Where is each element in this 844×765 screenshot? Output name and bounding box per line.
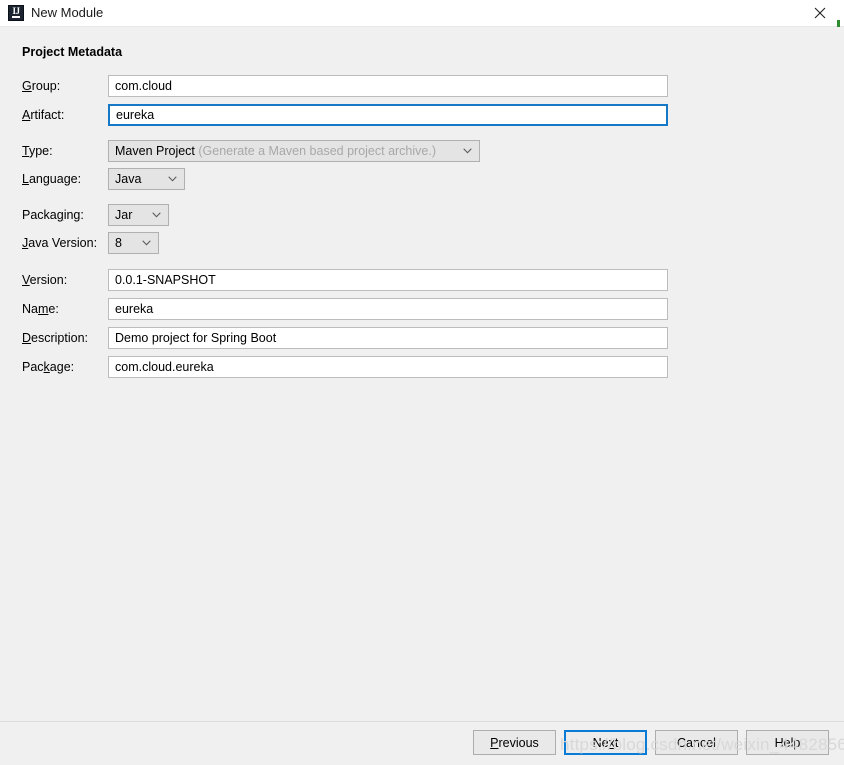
intellij-idea-icon-glyph: IJ bbox=[12, 6, 20, 16]
chevron-down-icon bbox=[142, 240, 151, 246]
close-icon[interactable] bbox=[798, 0, 842, 26]
intellij-idea-icon: IJ bbox=[8, 5, 24, 21]
group-input[interactable] bbox=[108, 75, 668, 97]
next-button[interactable]: Next bbox=[564, 730, 647, 755]
label-packaging: Packaging: bbox=[22, 208, 84, 222]
window-title: New Module bbox=[31, 5, 104, 20]
label-description: Description: bbox=[22, 331, 89, 345]
dialog-footer: Previous Next Cancel Help bbox=[0, 721, 844, 765]
close-icon-glyph bbox=[814, 7, 826, 19]
name-input[interactable] bbox=[108, 298, 668, 320]
cancel-button[interactable]: Cancel bbox=[655, 730, 738, 755]
label-artifact: Artifact: bbox=[22, 108, 65, 122]
java-version-dropdown[interactable]: 8 bbox=[108, 232, 159, 254]
chevron-down-icon bbox=[463, 148, 472, 154]
version-input[interactable] bbox=[108, 269, 668, 291]
label-language: Language: bbox=[22, 172, 82, 186]
package-input[interactable] bbox=[108, 356, 668, 378]
chevron-down-icon bbox=[152, 212, 161, 218]
label-java-version: Java Version: bbox=[22, 236, 98, 250]
type-dropdown[interactable]: Maven Project (Generate a Maven based pr… bbox=[108, 140, 480, 162]
label-version: Version: bbox=[22, 273, 68, 287]
chevron-down-icon bbox=[168, 176, 177, 182]
label-group: Group: bbox=[22, 79, 61, 93]
type-dropdown-value: Maven Project (Generate a Maven based pr… bbox=[115, 144, 436, 158]
project-metadata-panel: Project Metadata Group: Artifact: Type: Mav… bbox=[0, 27, 844, 721]
artifact-input[interactable] bbox=[108, 104, 668, 126]
type-dropdown-hint: (Generate a Maven based project archive.… bbox=[198, 144, 436, 158]
packaging-dropdown[interactable]: Jar bbox=[108, 204, 169, 226]
page-title: Project Metadata bbox=[22, 45, 123, 59]
language-dropdown[interactable]: Java bbox=[108, 168, 185, 190]
title-bar: IJ New Module bbox=[0, 0, 844, 27]
label-name: Name: bbox=[22, 302, 59, 316]
description-input[interactable] bbox=[108, 327, 668, 349]
label-package: Package: bbox=[22, 360, 75, 374]
packaging-dropdown-value: Jar bbox=[115, 208, 133, 222]
previous-button[interactable]: Previous bbox=[473, 730, 556, 755]
help-button[interactable]: Help bbox=[746, 730, 829, 755]
language-dropdown-value: Java bbox=[115, 172, 142, 186]
java-version-dropdown-value: 8 bbox=[115, 236, 122, 250]
intellij-idea-icon-bar bbox=[12, 16, 20, 18]
label-type: Type: bbox=[22, 144, 53, 158]
